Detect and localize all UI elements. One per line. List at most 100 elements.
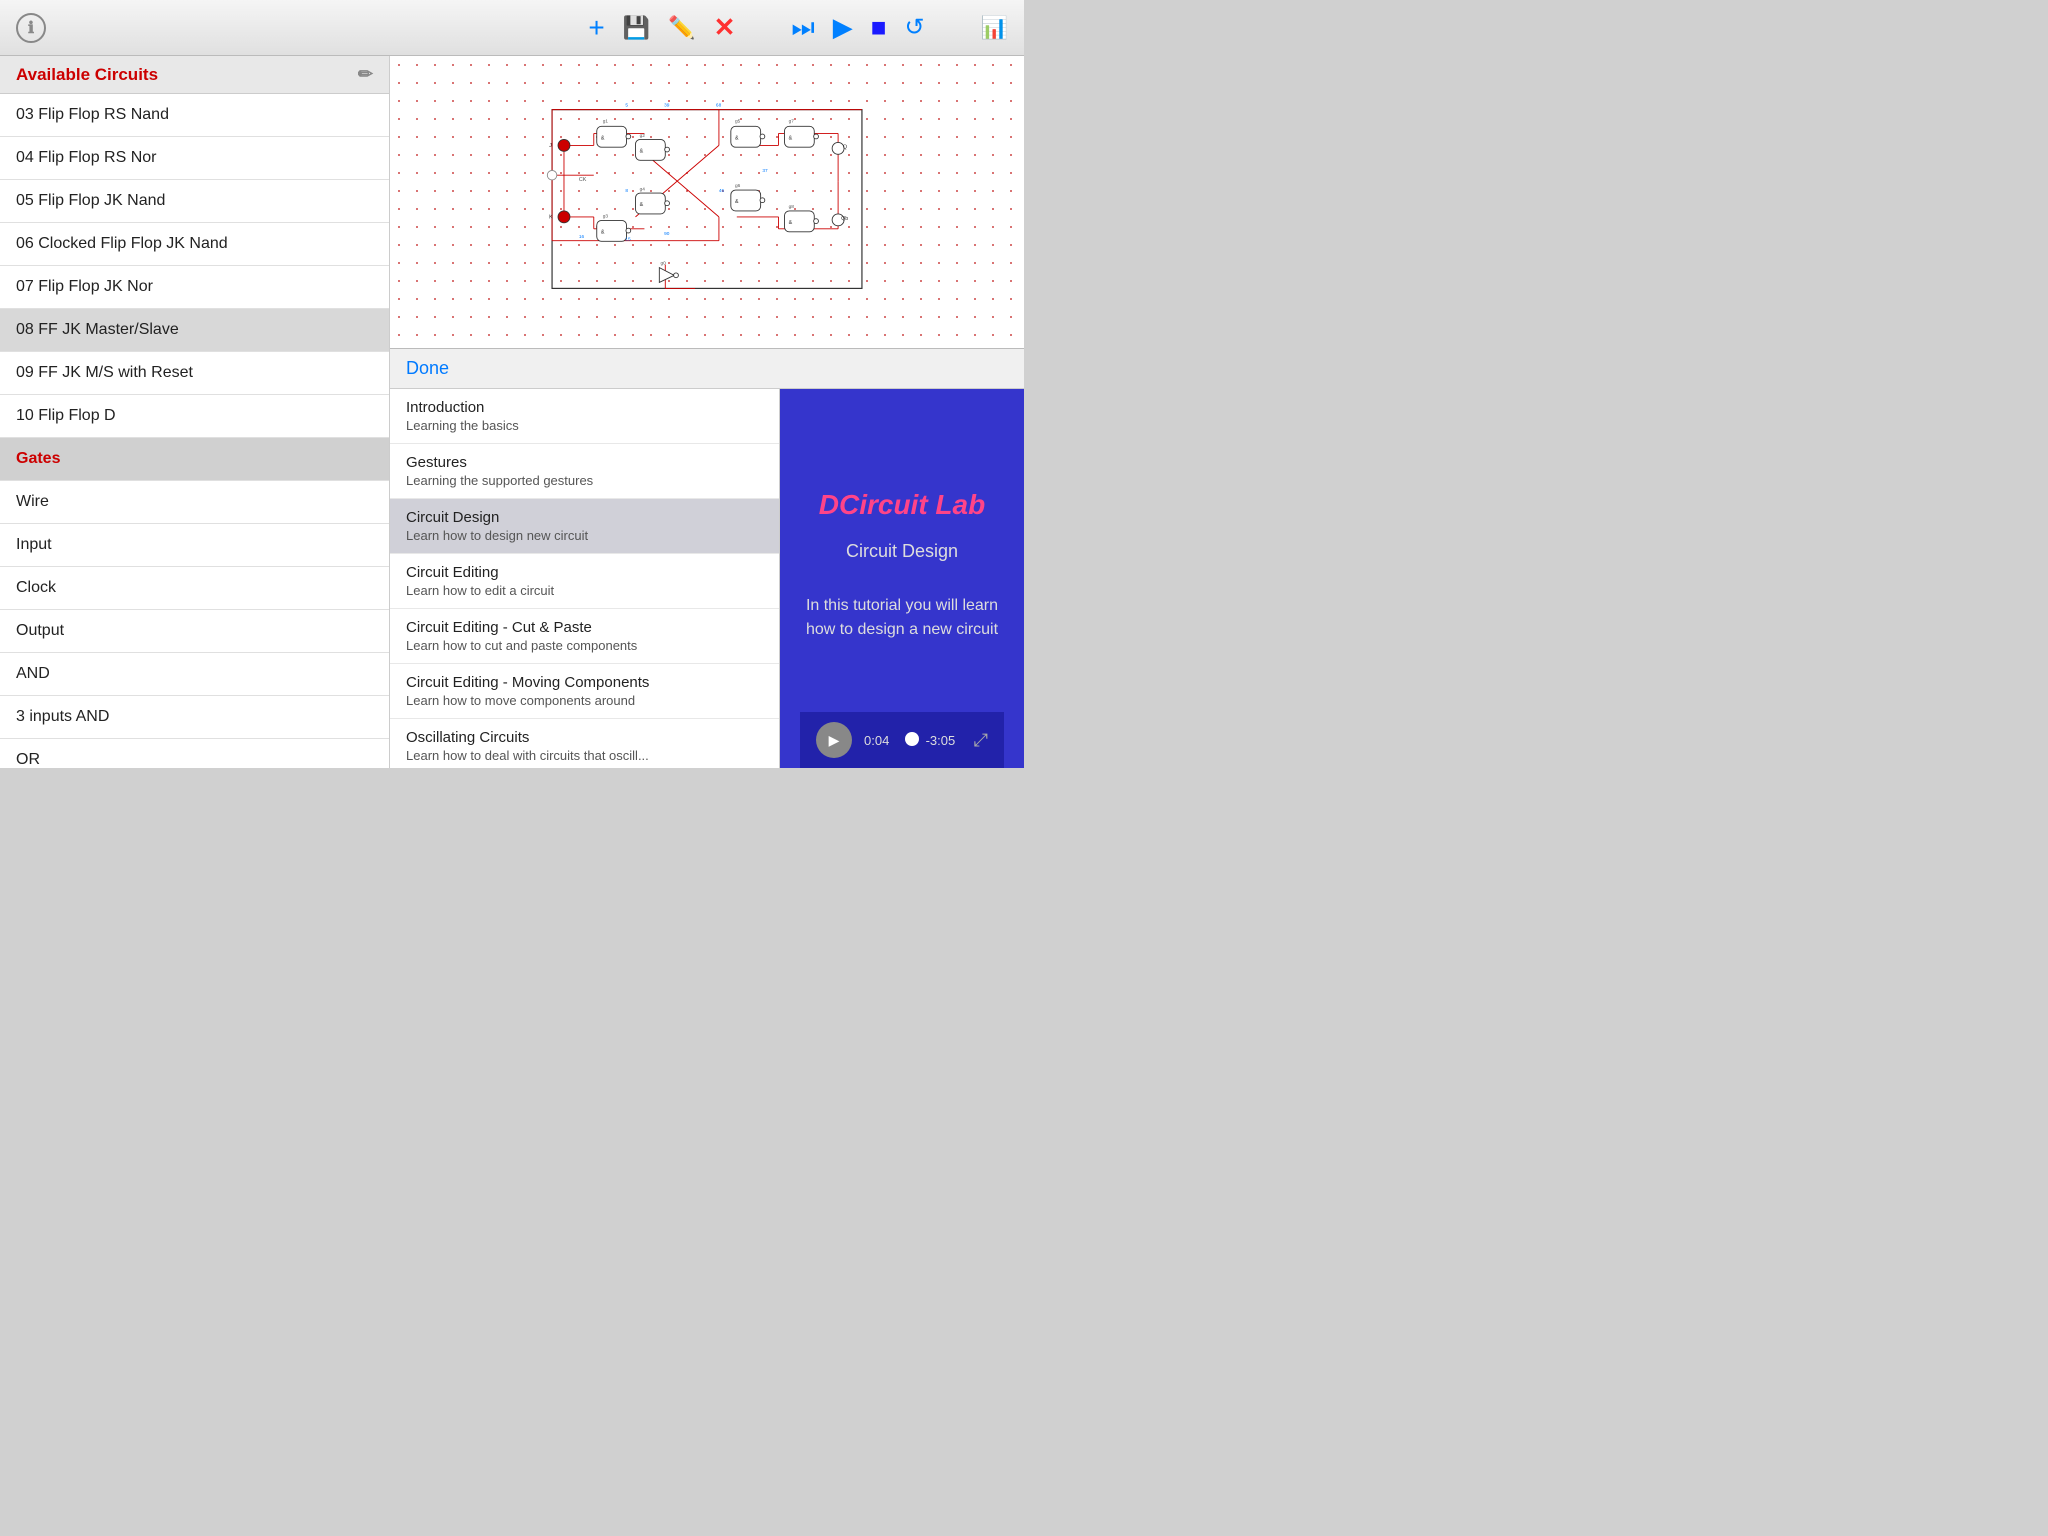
tutorial-video: DCircuit Lab Circuit Design In this tuto… — [780, 389, 1024, 768]
info-icon: ℹ — [28, 18, 34, 38]
svg-text:&: & — [601, 230, 605, 236]
tutorial-item-title: Circuit Editing - Moving Components — [406, 674, 763, 691]
svg-text:46: 46 — [719, 188, 725, 194]
available-circuits-label: Available Circuits — [16, 65, 158, 85]
gate-3inputs-and[interactable]: 3 inputs AND — [0, 696, 389, 739]
play-button[interactable]: ▶ — [833, 12, 853, 43]
tutorial-item-subtitle: Learn how to cut and paste components — [406, 638, 763, 653]
svg-text:g1: g1 — [603, 119, 609, 125]
circuit-diagram: & g1 & g2 & g3 & g4 & — [390, 56, 1024, 348]
tutorial-item-subtitle: Learn how to edit a circuit — [406, 583, 763, 598]
gate-and[interactable]: AND — [0, 653, 389, 696]
add-button[interactable]: + — [588, 12, 604, 44]
info-button[interactable]: ℹ — [16, 13, 46, 43]
svg-text:8: 8 — [625, 188, 628, 194]
svg-text:g7: g7 — [789, 119, 795, 125]
save-button[interactable]: 💾 — [623, 15, 650, 41]
toolbar: ℹ + 💾 ✏️ ✕ ⏭ ▶ ■ ↺ 📊 — [0, 0, 1024, 56]
tutorial-list: Introduction Learning the basics Gesture… — [390, 389, 780, 768]
svg-text:16: 16 — [579, 234, 585, 240]
svg-text:&: & — [735, 199, 739, 205]
tutorial-panel: Done Introduction Learning the basics Ge… — [390, 348, 1024, 768]
gate-or[interactable]: OR — [0, 739, 389, 768]
tutorial-item-subtitle: Learning the supported gestures — [406, 473, 763, 488]
svg-text:Q: Q — [843, 144, 847, 150]
svg-text:g0: g0 — [661, 261, 667, 267]
circuit-item-07[interactable]: 07 Flip Flop JK Nor — [0, 266, 389, 309]
tutorial-item-subtitle: Learn how to deal with circuits that osc… — [406, 748, 763, 763]
svg-text:&: & — [601, 135, 605, 141]
svg-text:K: K — [549, 215, 553, 221]
video-remaining-time: -3:05 — [926, 733, 962, 748]
svg-text:g5: g5 — [735, 119, 741, 125]
svg-text:&: & — [640, 202, 644, 208]
tutorial-item-title: Circuit Editing — [406, 564, 763, 581]
circuit-list: 03 Flip Flop RS Nand 04 Flip Flop RS Nor… — [0, 94, 389, 768]
stop-button[interactable]: ■ — [871, 12, 887, 43]
stats-button[interactable]: 📊 — [981, 15, 1008, 41]
svg-text:&: & — [735, 135, 739, 141]
tutorial-item-cut-paste[interactable]: Circuit Editing - Cut & Paste Learn how … — [390, 609, 779, 664]
tutorial-item-title: Circuit Design — [406, 509, 763, 526]
delete-button[interactable]: ✕ — [714, 12, 736, 43]
video-description: In this tutorial you will learn how to d… — [806, 594, 998, 642]
svg-text:CK: CK — [579, 177, 587, 183]
done-button[interactable]: Done — [406, 358, 449, 379]
tutorial-item-title: Oscillating Circuits — [406, 729, 763, 746]
tutorial-content: Introduction Learning the basics Gesture… — [390, 389, 1024, 768]
svg-text:g8: g8 — [789, 204, 795, 210]
expand-button[interactable]: ⤢ — [974, 730, 988, 751]
video-progress-bar[interactable] — [912, 738, 914, 742]
svg-text:g4: g4 — [640, 187, 646, 193]
gate-input[interactable]: Input — [0, 524, 389, 567]
svg-text:5: 5 — [625, 103, 628, 109]
tutorial-item-oscillating[interactable]: Oscillating Circuits Learn how to deal w… — [390, 719, 779, 768]
gate-clock[interactable]: Clock — [0, 567, 389, 610]
svg-text:90: 90 — [664, 231, 670, 237]
tutorial-item-gestures[interactable]: Gestures Learning the supported gestures — [390, 444, 779, 499]
svg-text:g2: g2 — [640, 133, 646, 139]
tutorial-item-circuit-editing[interactable]: Circuit Editing Learn how to edit a circ… — [390, 554, 779, 609]
tutorial-done-bar: Done — [390, 349, 1024, 389]
tutorial-item-subtitle: Learn how to move components around — [406, 693, 763, 708]
gate-output[interactable]: Output — [0, 610, 389, 653]
video-current-time: 0:04 — [864, 733, 900, 748]
tutorial-item-subtitle: Learn how to design new circuit — [406, 528, 763, 543]
circuit-item-10[interactable]: 10 Flip Flop D — [0, 395, 389, 438]
video-app-title: DCircuit Lab — [819, 489, 985, 521]
tutorial-item-subtitle: Learning the basics — [406, 418, 763, 433]
svg-text:&: & — [789, 135, 793, 141]
svg-text:J: J — [549, 143, 552, 149]
circuit-item-05[interactable]: 05 Flip Flop JK Nand — [0, 180, 389, 223]
svg-text:Qb: Qb — [841, 216, 848, 222]
svg-text:&: & — [640, 149, 644, 155]
edit-icon[interactable]: ✏ — [358, 64, 373, 85]
gate-wire[interactable]: Wire — [0, 481, 389, 524]
skip-end-button[interactable]: ⏭ — [791, 12, 814, 44]
svg-text:68: 68 — [716, 103, 722, 109]
svg-text:39: 39 — [664, 103, 670, 109]
circuit-item-08[interactable]: 08 FF JK Master/Slave — [0, 309, 389, 352]
svg-text:g3: g3 — [603, 213, 609, 219]
video-circuit-title: Circuit Design — [846, 541, 958, 562]
circuit-item-06[interactable]: 06 Clocked Flip Flop JK Nand — [0, 223, 389, 266]
canvas-area: & g1 & g2 & g3 & g4 & — [390, 56, 1024, 768]
circuit-item-09[interactable]: 09 FF JK M/S with Reset — [0, 352, 389, 395]
refresh-button[interactable]: ↺ — [904, 13, 924, 42]
tutorial-item-title: Circuit Editing - Cut & Paste — [406, 619, 763, 636]
edit-button[interactable]: ✏️ — [668, 15, 695, 41]
svg-text:37: 37 — [762, 168, 768, 174]
video-progress-thumb — [905, 732, 919, 746]
tutorial-item-title: Introduction — [406, 399, 763, 416]
tutorial-item-circuit-design[interactable]: Circuit Design Learn how to design new c… — [390, 499, 779, 554]
circuit-item-03[interactable]: 03 Flip Flop RS Nand — [0, 94, 389, 137]
svg-text:15: 15 — [625, 237, 631, 243]
gates-header: Gates — [0, 438, 389, 481]
circuit-canvas[interactable]: & g1 & g2 & g3 & g4 & — [390, 56, 1024, 348]
tutorial-item-introduction[interactable]: Introduction Learning the basics — [390, 389, 779, 444]
tutorial-item-title: Gestures — [406, 454, 763, 471]
video-play-button[interactable]: ▶ — [816, 722, 852, 758]
svg-text:g6: g6 — [735, 183, 741, 189]
tutorial-item-moving[interactable]: Circuit Editing - Moving Components Lear… — [390, 664, 779, 719]
circuit-item-04[interactable]: 04 Flip Flop RS Nor — [0, 137, 389, 180]
